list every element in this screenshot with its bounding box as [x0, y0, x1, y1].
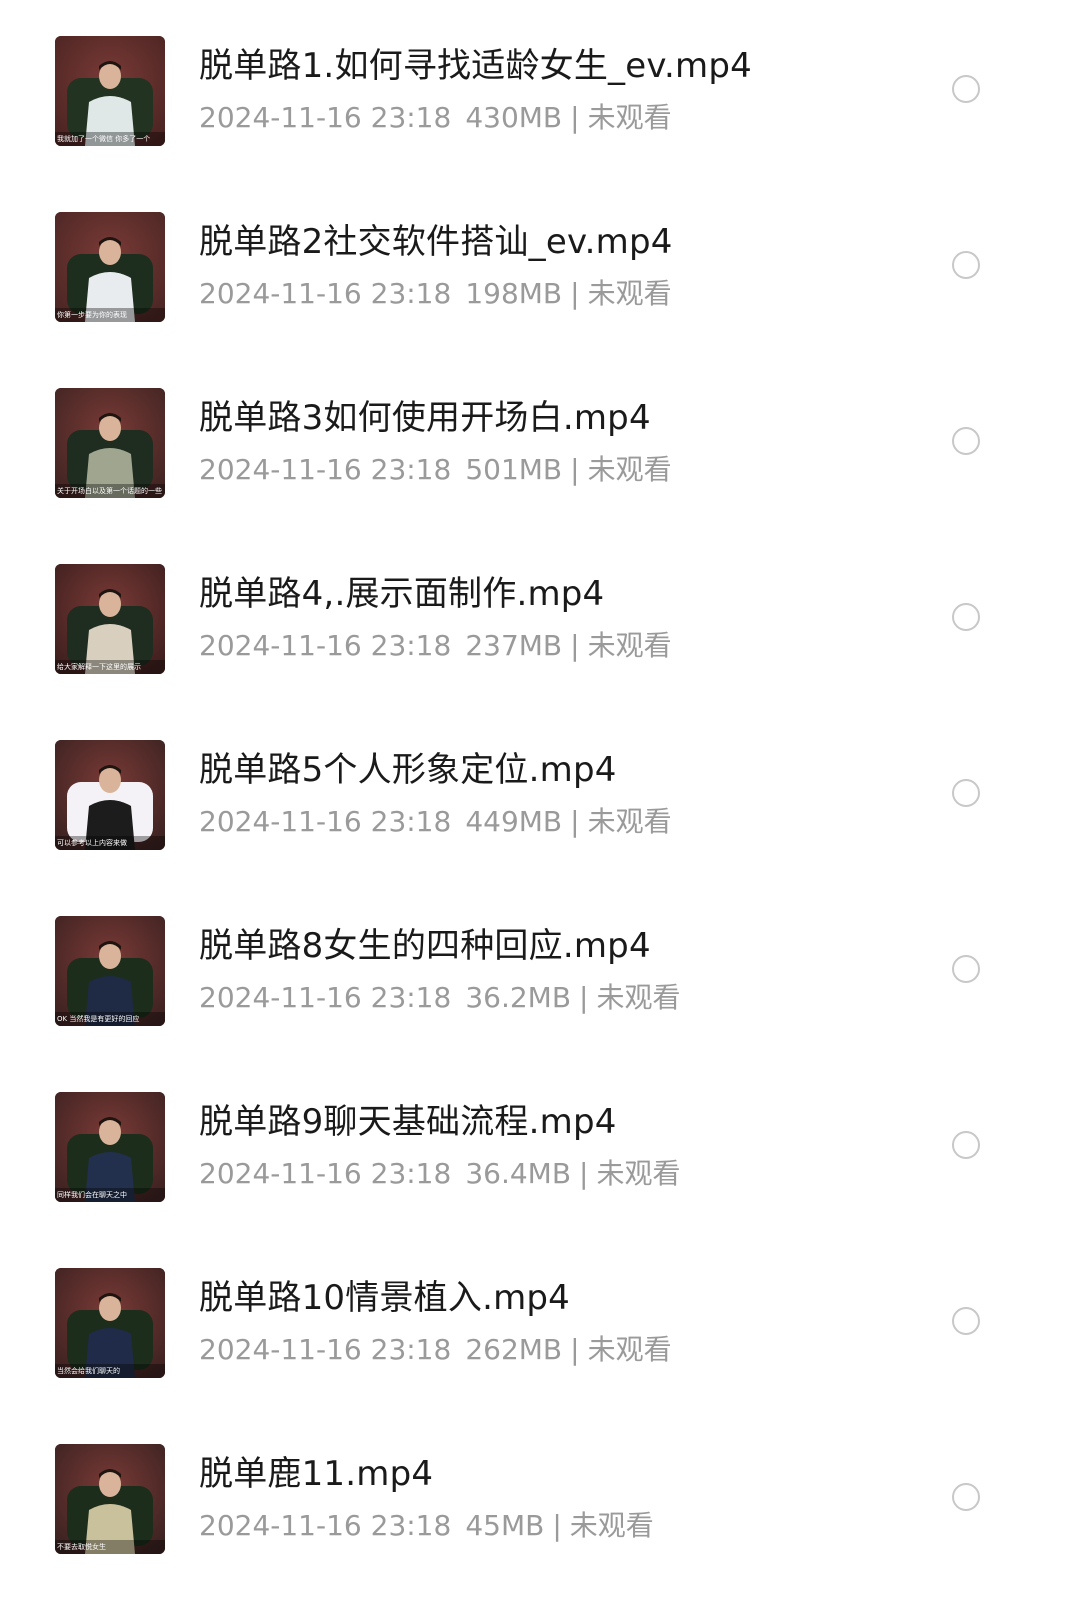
file-name: 脱单路2社交软件搭讪_ev.mp4 — [199, 222, 673, 262]
file-date: 2024-11-16 23:18 — [199, 277, 452, 310]
file-name: 脱单路3如何使用开场白.mp4 — [199, 398, 651, 438]
file-meta: 2024-11-16 23:18 45MB | 未观看 — [199, 1506, 654, 1546]
video-thumbnail[interactable]: 关于开场白以及第一个话题的一些 — [55, 388, 165, 498]
file-date: 2024-11-16 23:18 — [199, 629, 452, 662]
file-row[interactable]: OK 当然我是有更好的回应 脱单路8女生的四种回应.mp4 2024-11-16 2… — [0, 880, 1080, 1056]
video-thumbnail[interactable]: 我就加了一个微信 你多了一个 — [55, 36, 165, 146]
thumbnail-caption: 给大家解释一下这里的展示 — [57, 663, 141, 671]
thumbnail-caption: OK 当然我是有更好的回应 — [57, 1015, 140, 1023]
file-size: 45MB — [465, 1509, 545, 1542]
file-name: 脱单鹿11.mp4 — [199, 1454, 434, 1494]
meta-separator: | — [552, 1509, 562, 1542]
thumbnail-caption: 同样我们会在聊天之中 — [57, 1191, 127, 1199]
meta-separator: | — [579, 981, 589, 1014]
file-date: 2024-11-16 23:18 — [199, 1333, 452, 1366]
video-thumbnail[interactable]: 你第一步要为你的表现 — [55, 212, 165, 322]
file-date: 2024-11-16 23:18 — [199, 101, 452, 134]
file-row[interactable]: 不要去取悦女生 脱单鹿11.mp4 2024-11-16 23:18 45MB | 未观看 — [0, 1408, 1080, 1584]
watch-status: 未观看 — [587, 1333, 672, 1366]
thumbnail-caption: 当然会给我们聊天的 — [57, 1367, 120, 1375]
meta-separator: | — [570, 277, 580, 310]
select-radio[interactable] — [952, 1131, 980, 1159]
watch-status: 未观看 — [587, 277, 672, 310]
file-row[interactable]: 关于开场白以及第一个话题的一些 脱单路3如何使用开场白.mp4 2024-11-16… — [0, 352, 1080, 528]
thumbnail-caption: 我就加了一个微信 你多了一个 — [57, 135, 151, 143]
thumbnail-caption: 不要去取悦女生 — [57, 1543, 106, 1551]
file-size: 36.4MB — [465, 1157, 572, 1190]
file-row[interactable]: 给大家解释一下这里的展示 脱单路4,.展示面制作.mp4 2024-11-16 23… — [0, 528, 1080, 704]
file-date: 2024-11-16 23:18 — [199, 805, 452, 838]
meta-separator: | — [579, 1157, 589, 1190]
file-meta: 2024-11-16 23:18 430MB | 未观看 — [199, 98, 672, 138]
video-thumbnail[interactable]: OK 当然我是有更好的回应 — [55, 916, 165, 1026]
file-meta: 2024-11-16 23:18 36.2MB | 未观看 — [199, 978, 681, 1018]
video-thumbnail[interactable]: 不要去取悦女生 — [55, 1444, 165, 1554]
file-size: 262MB — [465, 1333, 563, 1366]
watch-status: 未观看 — [596, 981, 681, 1014]
file-size: 198MB — [465, 277, 563, 310]
file-row[interactable]: 我就加了一个微信 你多了一个 脱单路1.如何寻找适龄女生_ev.mp4 2024-1… — [0, 0, 1080, 176]
watch-status: 未观看 — [596, 1157, 681, 1190]
video-thumbnail[interactable]: 同样我们会在聊天之中 — [55, 1092, 165, 1202]
file-name: 脱单路1.如何寻找适龄女生_ev.mp4 — [199, 46, 752, 86]
select-radio[interactable] — [952, 1307, 980, 1335]
video-thumbnail[interactable]: 给大家解释一下这里的展示 — [55, 564, 165, 674]
file-name: 脱单路5个人形象定位.mp4 — [199, 750, 617, 790]
file-meta: 2024-11-16 23:18 262MB | 未观看 — [199, 1330, 672, 1370]
file-row[interactable]: 你第一步要为你的表现 脱单路2社交软件搭讪_ev.mp4 2024-11-16 23… — [0, 176, 1080, 352]
select-radio[interactable] — [952, 427, 980, 455]
select-radio[interactable] — [952, 251, 980, 279]
file-row[interactable]: 可以参考以上内容来做 脱单路5个人形象定位.mp4 2024-11-16 23:18… — [0, 704, 1080, 880]
select-radio[interactable] — [952, 1483, 980, 1511]
watch-status: 未观看 — [587, 453, 672, 486]
file-name: 脱单路9聊天基础流程.mp4 — [199, 1102, 617, 1142]
select-radio[interactable] — [952, 779, 980, 807]
file-meta: 2024-11-16 23:18 501MB | 未观看 — [199, 450, 672, 490]
watch-status: 未观看 — [587, 805, 672, 838]
watch-status: 未观看 — [587, 629, 672, 662]
select-radio[interactable] — [952, 603, 980, 631]
file-size: 36.2MB — [465, 981, 572, 1014]
meta-separator: | — [570, 101, 580, 134]
file-name: 脱单路8女生的四种回应.mp4 — [199, 926, 651, 966]
file-date: 2024-11-16 23:18 — [199, 453, 452, 486]
meta-separator: | — [570, 1333, 580, 1366]
watch-status: 未观看 — [587, 101, 672, 134]
video-thumbnail[interactable]: 当然会给我们聊天的 — [55, 1268, 165, 1378]
select-radio[interactable] — [952, 955, 980, 983]
file-meta: 2024-11-16 23:18 198MB | 未观看 — [199, 274, 672, 314]
watch-status: 未观看 — [569, 1509, 654, 1542]
file-date: 2024-11-16 23:18 — [199, 1157, 452, 1190]
select-radio[interactable] — [952, 75, 980, 103]
file-date: 2024-11-16 23:18 — [199, 1509, 452, 1542]
file-row[interactable]: 当然会给我们聊天的 脱单路10情景植入.mp4 2024-11-16 23:18 26… — [0, 1232, 1080, 1408]
thumbnail-caption: 你第一步要为你的表现 — [57, 311, 127, 319]
file-size: 237MB — [465, 629, 563, 662]
file-name: 脱单路10情景植入.mp4 — [199, 1278, 571, 1318]
file-meta: 2024-11-16 23:18 36.4MB | 未观看 — [199, 1154, 681, 1194]
thumbnail-caption: 可以参考以上内容来做 — [57, 839, 127, 847]
thumbnail-caption: 关于开场白以及第一个话题的一些 — [57, 487, 162, 495]
file-date: 2024-11-16 23:18 — [199, 981, 452, 1014]
file-size: 501MB — [465, 453, 563, 486]
video-thumbnail[interactable]: 可以参考以上内容来做 — [55, 740, 165, 850]
file-name: 脱单路4,.展示面制作.mp4 — [199, 574, 605, 614]
file-meta: 2024-11-16 23:18 449MB | 未观看 — [199, 802, 672, 842]
meta-separator: | — [570, 805, 580, 838]
meta-separator: | — [570, 629, 580, 662]
file-row[interactable]: 同样我们会在聊天之中 脱单路9聊天基础流程.mp4 2024-11-16 23:18… — [0, 1056, 1080, 1232]
file-size: 449MB — [465, 805, 563, 838]
file-meta: 2024-11-16 23:18 237MB | 未观看 — [199, 626, 672, 666]
file-size: 430MB — [465, 101, 563, 134]
meta-separator: | — [570, 453, 580, 486]
